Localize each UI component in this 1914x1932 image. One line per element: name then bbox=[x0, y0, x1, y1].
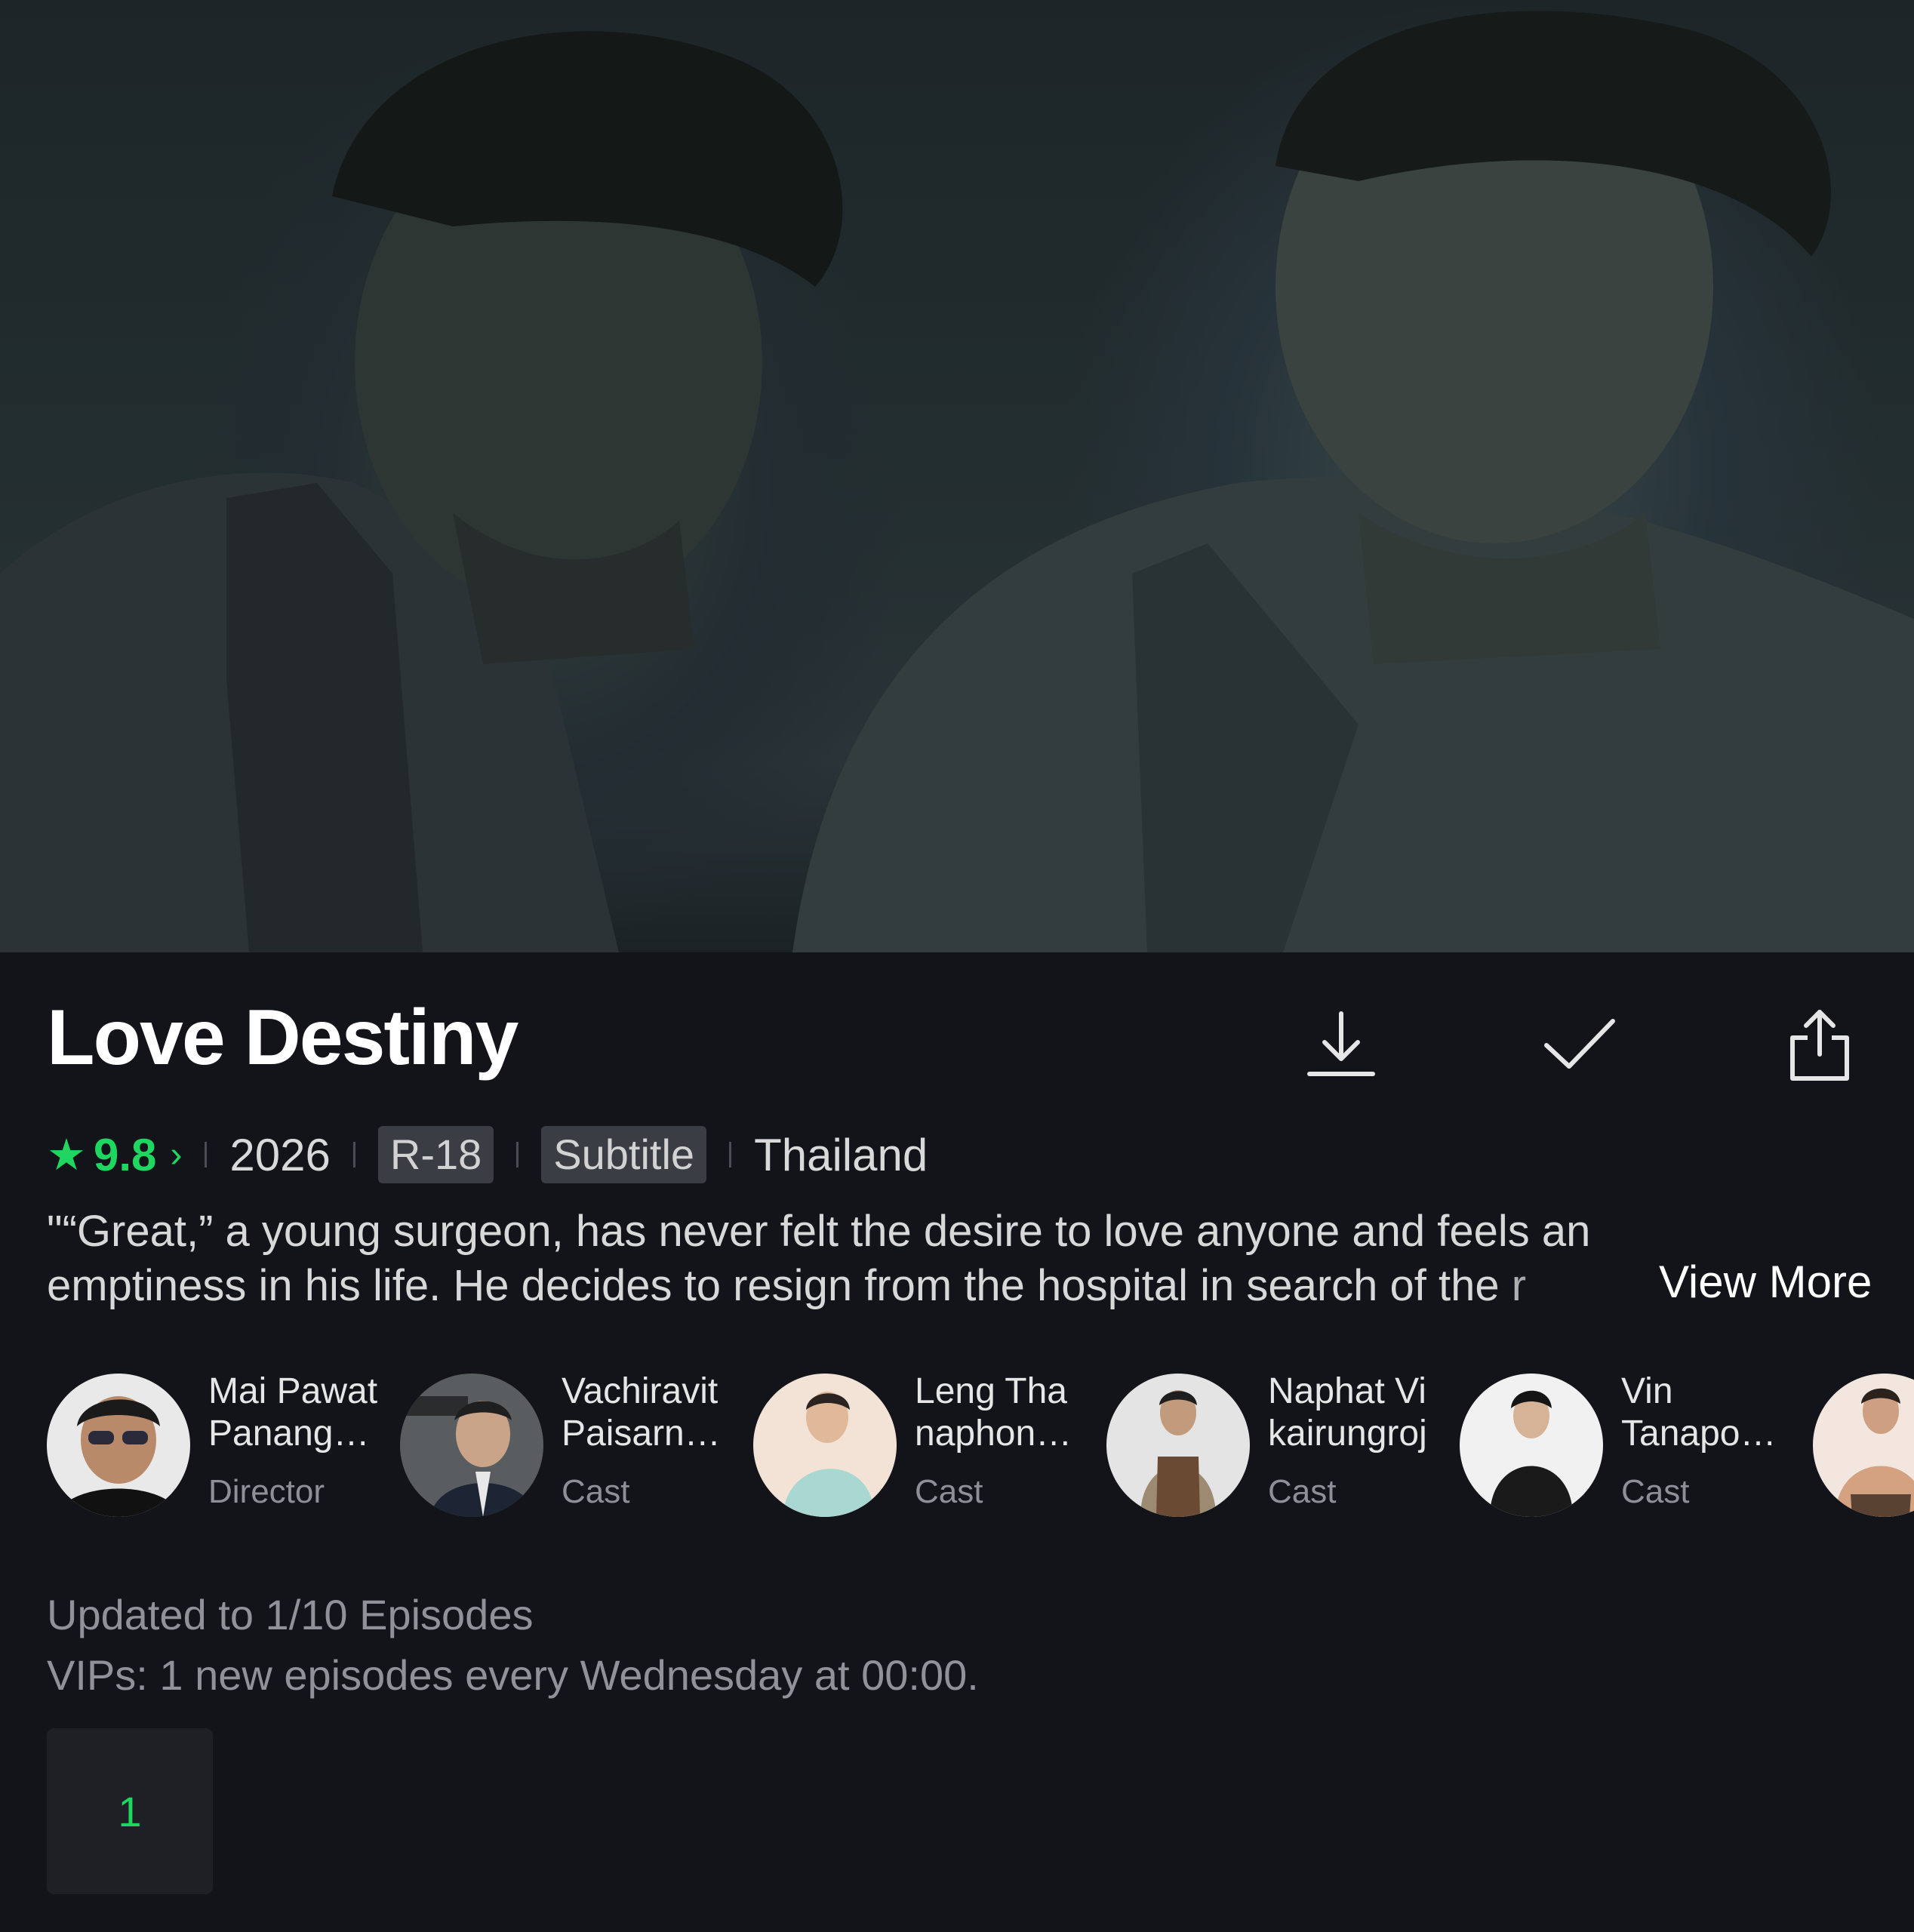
avatar bbox=[753, 1374, 897, 1517]
download-icon bbox=[1307, 1011, 1375, 1076]
meta-row: ★ 9.8 › 2026 R-18 Subtitle Thailand bbox=[47, 1124, 928, 1185]
cast-list: Mai Pawat Panang… Director Vachiravit Pa… bbox=[47, 1371, 1914, 1521]
episode-schedule: Updated to 1/10 Episodes VIPs: 1 new epi… bbox=[47, 1585, 979, 1706]
cast-role: Director bbox=[208, 1473, 325, 1510]
age-rating-badge: R-18 bbox=[377, 1125, 494, 1184]
episode-button[interactable]: 1 bbox=[47, 1728, 213, 1894]
cast-role: Cast bbox=[1621, 1473, 1690, 1510]
add-to-list-button[interactable] bbox=[1538, 1004, 1621, 1087]
subtitle-badge: Subtitle bbox=[541, 1125, 707, 1184]
chevron-right-icon: › bbox=[170, 1134, 183, 1175]
synopsis-line: emptiness in his life. He decides to res… bbox=[47, 1261, 1527, 1310]
avatar bbox=[400, 1374, 543, 1517]
avatar bbox=[1460, 1374, 1603, 1517]
divider bbox=[352, 1142, 355, 1168]
vip-schedule-note: VIPs: 1 new episodes every Wednesday at … bbox=[47, 1651, 979, 1699]
synopsis: "“Great,” a young surgeon, has never fel… bbox=[47, 1204, 1888, 1313]
download-button[interactable] bbox=[1300, 1004, 1383, 1087]
hero-illustration bbox=[0, 11, 1914, 952]
divider bbox=[205, 1142, 208, 1168]
update-status: Updated to 1/10 Episodes bbox=[47, 1591, 534, 1638]
avatar bbox=[1813, 1374, 1914, 1517]
release-year: 2026 bbox=[229, 1129, 331, 1180]
cast-role: Cast bbox=[562, 1473, 630, 1510]
avatar bbox=[47, 1374, 190, 1517]
star-icon: ★ bbox=[47, 1131, 86, 1180]
avatar bbox=[1106, 1374, 1250, 1517]
show-title: Love Destiny bbox=[47, 994, 519, 1081]
cast-role: Cast bbox=[1268, 1473, 1337, 1510]
divider bbox=[729, 1142, 732, 1168]
cast-name: Vachiravit Paisarn… bbox=[562, 1371, 721, 1454]
cast-name: Vin Tanapo… bbox=[1621, 1371, 1777, 1454]
view-more-button[interactable]: View More bbox=[1659, 1256, 1872, 1308]
country: Thailand bbox=[754, 1129, 928, 1180]
cast-name: Naphat Vi kairungroj bbox=[1268, 1371, 1427, 1454]
cast-role: Cast bbox=[915, 1473, 983, 1510]
synopsis-line: "“Great,” a young surgeon, has never fel… bbox=[47, 1207, 1591, 1256]
cast-name: Leng Tha naphon… bbox=[915, 1371, 1072, 1454]
share-button[interactable] bbox=[1778, 1004, 1861, 1087]
hero-image bbox=[0, 0, 1914, 952]
cast-name: Mai Pawat Panang… bbox=[208, 1371, 378, 1454]
rating-value: 9.8 bbox=[94, 1129, 157, 1180]
divider bbox=[516, 1142, 519, 1168]
rating-link[interactable]: ★ 9.8 › bbox=[47, 1129, 182, 1181]
share-icon bbox=[1790, 1010, 1849, 1081]
checkmark-icon bbox=[1544, 1019, 1615, 1069]
